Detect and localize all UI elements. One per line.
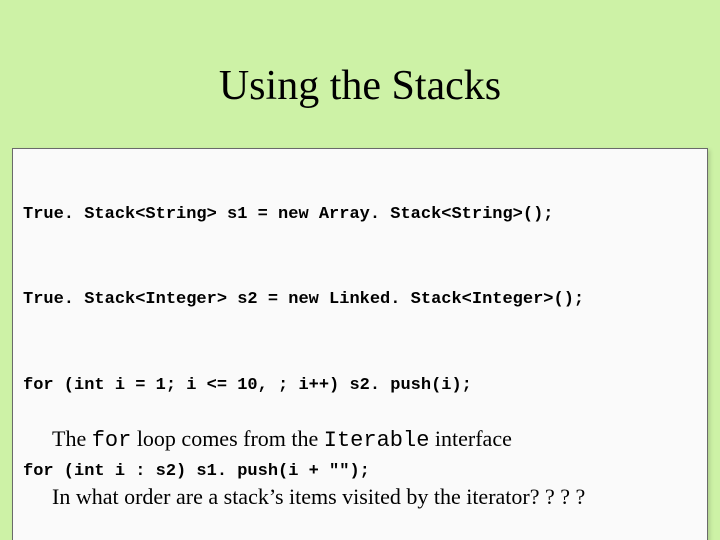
body1-code-iterable: Iterable	[324, 428, 430, 453]
body1-mid: loop comes from the	[131, 426, 323, 451]
code-line-1: True. Stack<String> s1 = new Array. Stac…	[23, 204, 697, 225]
slide-title: Using the Stacks	[0, 62, 720, 110]
slide: Using the Stacks True. Stack<String> s1 …	[0, 0, 720, 540]
code-line-4: for (int i : s2) s1. push(i + "");	[23, 461, 697, 482]
code-line-3: for (int i = 1; i <= 10, ; i++) s2. push…	[23, 375, 697, 396]
body-text-2: In what order are a stack’s items visite…	[52, 484, 585, 510]
code-block: True. Stack<String> s1 = new Array. Stac…	[12, 148, 708, 540]
body1-code-for: for	[92, 428, 132, 453]
body-text-1: The for loop comes from the Iterable int…	[52, 426, 512, 453]
body1-pre: The	[52, 426, 92, 451]
code-line-2: True. Stack<Integer> s2 = new Linked. St…	[23, 289, 697, 310]
body1-post: interface	[429, 426, 511, 451]
